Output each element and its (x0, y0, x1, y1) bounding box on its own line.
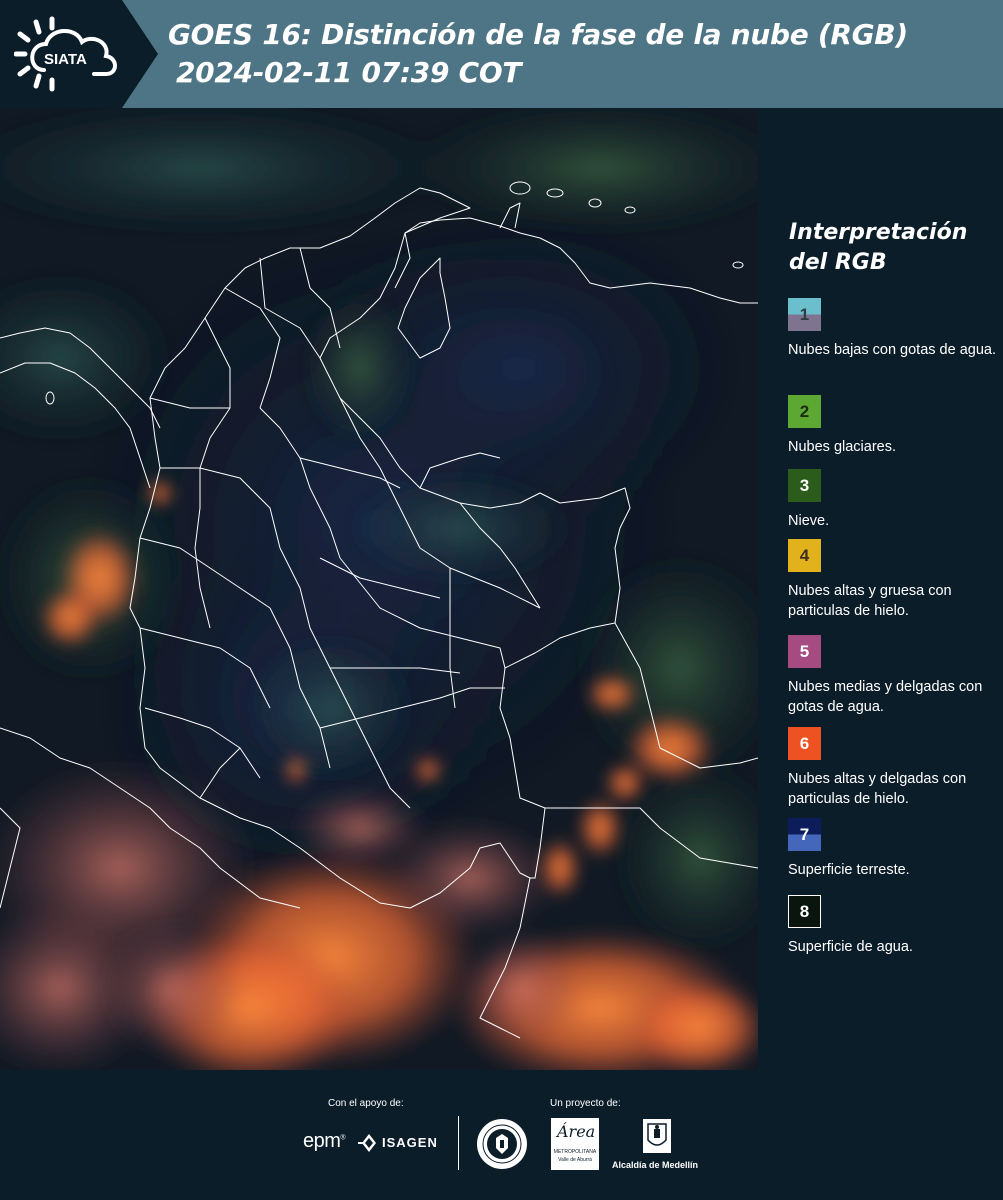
isagen-logo-text: ISAGEN (382, 1135, 438, 1150)
legend-item-8: 8 Superficie de agua. (788, 895, 998, 957)
alcaldia-shield-icon[interactable] (642, 1118, 672, 1154)
legend-text-3: Nieve. (788, 513, 830, 529)
legend-title: Interpretación del RGB (789, 220, 968, 275)
legend-number-5: 5 (799, 642, 810, 661)
header-band: SIATA GOES 16: Distinción de la fase de … (0, 0, 1003, 108)
epm-logo[interactable]: epm® (303, 1130, 346, 1154)
alcaldia-label: Alcaldía de Medellín (612, 1160, 699, 1170)
satellite-map-svg (0, 108, 758, 1070)
legend-swatch-5: 5 (788, 635, 821, 668)
legend-item-2: 2 Nubes glaciares. (788, 395, 998, 457)
siata-sun-cloud-icon: SIATA (14, 16, 117, 92)
siata-logo-text: SIATA (44, 51, 87, 68)
legend-swatch-3: 3 (788, 469, 821, 502)
legend-number-8: 8 (799, 902, 810, 921)
area-metropolitana-logo[interactable]: Área METROPOLITANA Valle de Aburrá (551, 1118, 599, 1170)
area-logo-sub2: Valle de Aburrá (558, 1157, 592, 1163)
footer-divider (458, 1116, 459, 1170)
legend-text-5: Nubes medias y delgadas con gotas de agu… (788, 679, 983, 715)
isagen-mark-icon (358, 1134, 376, 1152)
legend-number-2: 2 (799, 402, 810, 421)
legend-item-4: 4 Nubes altas y gruesa con particulas de… (788, 539, 998, 621)
legend-swatch-6: 6 (788, 727, 821, 760)
legend-item-6: 6 Nubes altas y delgadas con particulas … (788, 727, 998, 809)
legend-swatch-1: 1 (788, 298, 821, 331)
legend-item-5: 5 Nubes medias y delgadas con gotas de a… (788, 635, 998, 717)
legend-number-7: 7 (799, 825, 810, 844)
legend-item-3: 3 Nieve. (788, 469, 998, 531)
project-label: Un proyecto de: (550, 1098, 621, 1109)
legend-swatch-2: 2 (788, 395, 821, 428)
title-product: GOES 16: Distinción de la fase de la nub… (168, 18, 908, 51)
support-label: Con el apoyo de: (328, 1098, 404, 1109)
legend-text-6: Nubes altas y delgadas con particulas de… (788, 771, 967, 807)
legend-number-1: 1 (799, 305, 810, 324)
legend-text-1: Nubes bajas con gotas de agua. (788, 342, 996, 358)
seal-logo[interactable] (476, 1118, 528, 1170)
legend-text-4: Nubes altas y gruesa con particulas de h… (788, 583, 952, 619)
legend-swatch-8: 8 (788, 895, 821, 928)
legend-text-2: Nubes glaciares. (788, 439, 896, 455)
legend-swatch-7: 7 (788, 818, 821, 851)
legend-text-7: Superficie terreste. (788, 862, 910, 878)
legend-text-8: Superficie de agua. (788, 939, 913, 955)
epm-logo-text: epm (303, 1130, 341, 1152)
legend-item-7: 7 Superficie terreste. (788, 818, 998, 880)
legend-number-4: 4 (799, 546, 810, 565)
legend-number-6: 6 (799, 734, 810, 753)
legend-panel: Interpretación del RGB 1 Nubes bajas con… (760, 108, 1003, 1070)
footer: Con el apoyo de: Un proyecto de: epm® IS… (0, 1070, 1003, 1200)
satellite-image[interactable] (0, 108, 758, 1070)
legend-swatch-4: 4 (788, 539, 821, 572)
siata-logo[interactable]: SIATA (0, 0, 158, 108)
legend-item-1: 1 Nubes bajas con gotas de agua. (788, 298, 998, 360)
legend-number-3: 3 (799, 476, 810, 495)
area-logo-text: Área (557, 1122, 596, 1141)
title-timestamp: 2024-02-11 07:39 COT (176, 56, 522, 89)
area-logo-sub1: METROPOLITANA (553, 1149, 597, 1155)
page-title: GOES 16: Distinción de la fase de la nub… (168, 16, 908, 92)
